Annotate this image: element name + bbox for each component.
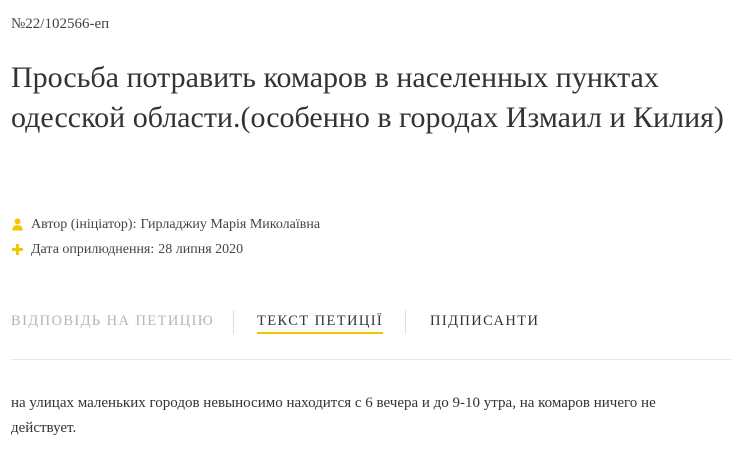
user-icon <box>11 218 23 232</box>
petition-number: №22/102566-еп <box>11 16 110 32</box>
author-name: Гирладжиу Марія Миколаївна <box>140 216 321 232</box>
date-label: Дата оприлюднення: <box>31 241 155 257</box>
author-label: Автор (ініціатор): <box>31 216 137 232</box>
plus-icon <box>11 243 23 257</box>
tab-petition-text[interactable]: Текст петиції <box>257 313 384 334</box>
date-row: Дата оприлюднення: 28 липня 2020 <box>11 239 320 260</box>
tab-signers[interactable]: Підписанти <box>430 313 539 332</box>
petition-meta: Автор (ініціатор): Гирладжиу Марія Микол… <box>11 214 320 264</box>
tab-divider <box>405 310 406 334</box>
tab-divider <box>233 310 234 334</box>
petition-body-text: на улицах маленьких городов невыносимо н… <box>11 395 656 436</box>
publication-date: 28 липня 2020 <box>158 241 244 257</box>
author-row: Автор (ініціатор): Гирладжиу Марія Микол… <box>11 214 320 235</box>
petition-tabs: Відповідь на петицію Текст петиції Підпи… <box>11 304 731 360</box>
tab-answer[interactable]: Відповідь на петицію <box>11 313 214 332</box>
petition-title: Просьба потравить комаров в населенных п… <box>11 61 724 134</box>
